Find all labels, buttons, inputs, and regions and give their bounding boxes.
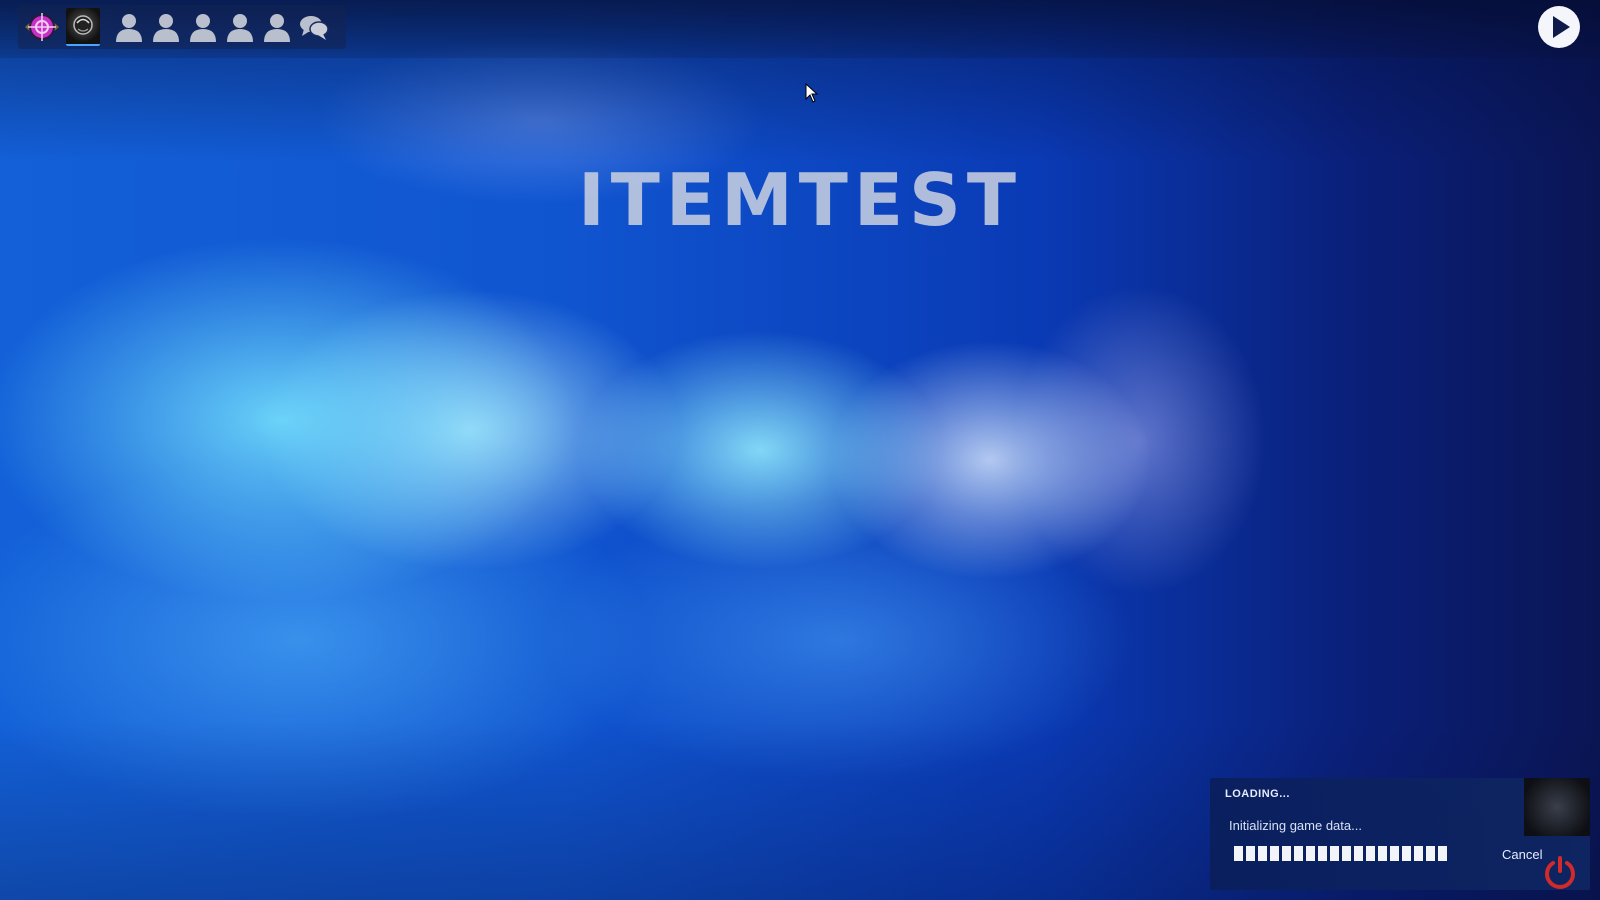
progress-segment [1438,846,1447,861]
progress-segment [1294,846,1303,861]
progress-segment [1342,846,1351,861]
friend-icon [153,14,179,42]
play-icon [1538,6,1580,48]
game-title: ITEMTEST [578,158,1022,242]
progress-segment [1354,846,1363,861]
mouse-cursor-icon [805,83,819,103]
social-toolbar [18,5,346,49]
chat-button[interactable] [298,10,330,44]
game-logo-icon [25,13,59,41]
friend-slot-3[interactable] [188,10,218,44]
chat-icon [300,16,329,40]
loading-thumbnail [1524,778,1590,836]
friend-slot-2[interactable] [151,10,181,44]
progress-segment [1234,846,1243,861]
loading-heading: LOADING... [1225,788,1290,800]
loading-status: Initializing game data... [1229,818,1362,833]
progress-segment [1246,846,1255,861]
progress-segment [1414,846,1423,861]
power-icon[interactable] [1542,854,1578,890]
play-button[interactable] [1537,5,1581,49]
loading-panel: LOADING... Initializing game data... Can… [1210,778,1590,890]
progress-segment [1390,846,1399,861]
friend-icon [227,14,253,42]
progress-segment [1306,846,1315,861]
game-logo-button[interactable] [22,7,62,47]
player-portrait-icon [73,15,93,35]
player-portrait-button[interactable] [66,8,100,46]
progress-segment [1318,846,1327,861]
friend-icon [116,14,142,42]
progress-segment [1258,846,1267,861]
progress-segment [1378,846,1387,861]
friend-slot-5[interactable] [262,10,292,44]
top-bar [0,0,1600,58]
loading-progress-bar [1234,846,1447,861]
progress-segment [1330,846,1339,861]
progress-segment [1426,846,1435,861]
progress-segment [1270,846,1279,861]
friend-icon [190,14,216,42]
friend-slot-4[interactable] [225,10,255,44]
friend-slot-1[interactable] [114,10,144,44]
cancel-button[interactable]: Cancel [1502,847,1542,862]
friend-icon [264,14,290,42]
progress-segment [1402,846,1411,861]
progress-segment [1366,846,1375,861]
blurred-background [0,0,1600,900]
progress-segment [1282,846,1291,861]
